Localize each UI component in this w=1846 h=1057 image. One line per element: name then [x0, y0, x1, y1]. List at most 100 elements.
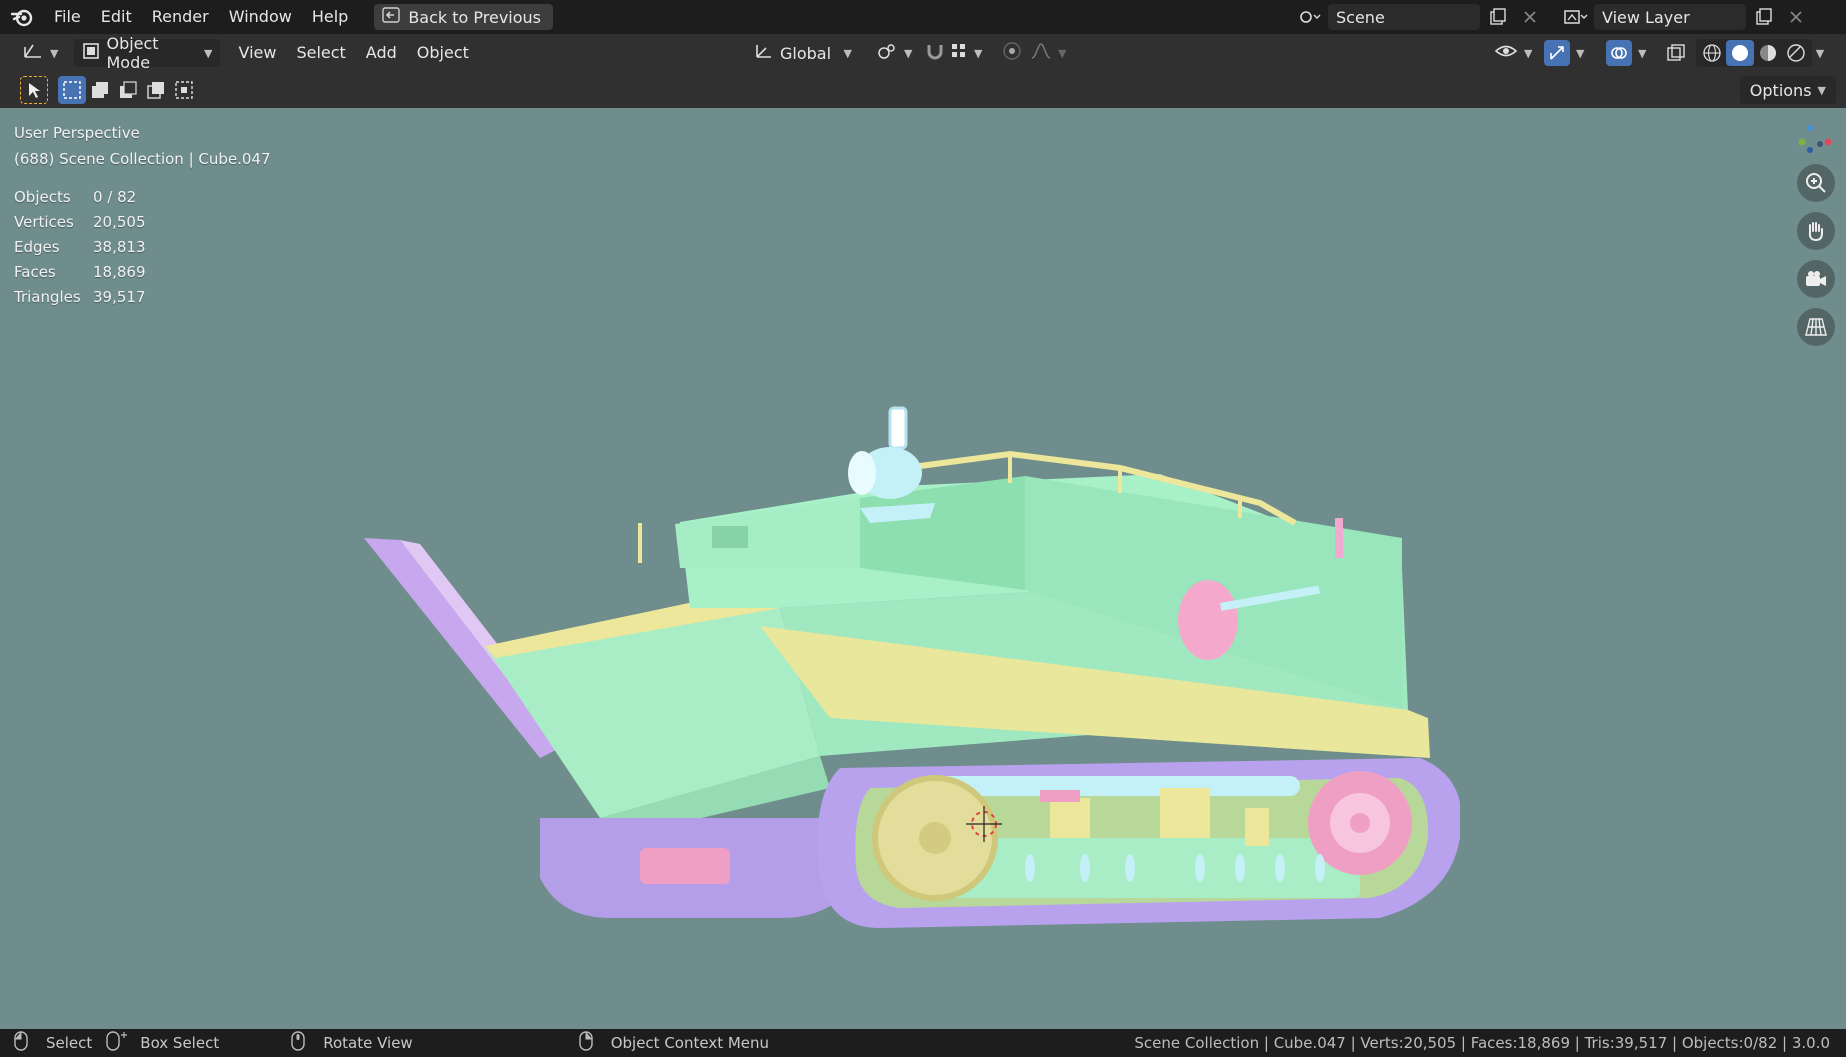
perspective-label: User Perspective — [14, 124, 140, 142]
new-view-layer-icon[interactable] — [1750, 4, 1778, 30]
chevron-down-icon: ▼ — [904, 46, 913, 60]
select-subtract-mode-icon[interactable] — [114, 76, 142, 104]
falloff-dropdown[interactable]: ▼ — [1022, 39, 1074, 67]
mode-label: Object Mode — [106, 34, 159, 72]
options-label: Options — [1749, 80, 1812, 100]
back-to-previous-button[interactable]: Back to Previous — [374, 4, 554, 30]
options-dropdown[interactable]: Options ▼ — [1739, 76, 1836, 104]
new-scene-icon[interactable] — [1484, 4, 1512, 30]
status-box-select-hint: Box Select — [106, 1031, 219, 1055]
object-mode-icon — [82, 42, 100, 64]
menu-select[interactable]: Select — [286, 34, 355, 72]
suspension-panel — [940, 838, 1360, 898]
status-summary: Scene Collection | Cube.047 | Verts:20,5… — [1134, 1034, 1830, 1052]
select-tool-icon[interactable] — [20, 76, 48, 104]
stat-value: 18,869 — [93, 262, 146, 281]
shading-options-chevron-icon[interactable]: ▼ — [1806, 40, 1834, 66]
blender-logo-icon[interactable] — [0, 0, 44, 34]
select-new-mode-icon[interactable] — [58, 76, 86, 104]
snap-target-dropdown[interactable]: ▼ — [942, 39, 990, 67]
stat-row-vertices: Vertices 20,505 — [14, 209, 146, 234]
transform-orientation-dropdown[interactable]: Global ▼ — [746, 39, 860, 67]
back-arrow-icon — [382, 7, 401, 27]
viewport-header: ▼ Object Mode ▼ View Select Add Object G… — [0, 34, 1846, 72]
3d-viewport[interactable]: User Perspective (688) Scene Collection … — [0, 108, 1846, 1029]
status-rotate-hint: Rotate View — [291, 1031, 413, 1055]
periscope — [888, 406, 908, 450]
viewport-info: User Perspective (688) Scene Collection … — [14, 120, 271, 172]
camera-view-icon[interactable] — [1797, 260, 1835, 298]
snap-grid-icon — [950, 42, 968, 64]
chevron-down-icon: ▼ — [843, 46, 852, 60]
chevron-down-icon: ▼ — [50, 46, 59, 60]
stat-value: 0 / 82 — [93, 187, 137, 206]
status-select-label: Select — [46, 1034, 93, 1052]
stat-label: Triangles — [14, 287, 81, 306]
select-intersect-mode-icon[interactable] — [170, 76, 198, 104]
delete-scene-icon[interactable] — [1516, 4, 1544, 30]
zoom-icon[interactable] — [1797, 164, 1835, 202]
stat-row-triangles: Triangles 39,517 — [14, 284, 146, 309]
status-rotate-label: Rotate View — [323, 1034, 413, 1052]
view-layer-field[interactable]: View Layer — [1594, 4, 1746, 30]
menu-window[interactable]: Window — [219, 0, 302, 34]
gun-mount — [1178, 580, 1238, 660]
top-menubar: File Edit Render Window Help Back to Pre… — [0, 0, 1846, 34]
stat-label: Faces — [14, 262, 56, 281]
chevron-down-icon: ▼ — [1576, 46, 1585, 60]
view-layer-name: View Layer — [1602, 7, 1690, 27]
editor-type-dropdown[interactable]: ▼ — [14, 39, 66, 67]
wireframe-shading-icon[interactable] — [1698, 40, 1726, 66]
stat-label: Vertices — [14, 212, 74, 231]
scene-name-field[interactable]: Scene — [1328, 4, 1480, 30]
menu-help[interactable]: Help — [302, 0, 358, 34]
antenna-left — [638, 523, 642, 563]
stat-label: Edges — [14, 237, 60, 256]
stat-row-faces: Faces 18,869 — [14, 259, 146, 284]
view-layer-browse-icon[interactable] — [1562, 4, 1590, 30]
spring — [1050, 798, 1090, 838]
solid-shading-icon[interactable] — [1726, 40, 1754, 66]
menu-object[interactable]: Object — [407, 34, 479, 72]
mouse-left-icon — [14, 1031, 28, 1055]
pan-hand-icon[interactable] — [1797, 212, 1835, 250]
menu-file[interactable]: File — [44, 0, 91, 34]
axis-gizmo-icon[interactable] — [1796, 118, 1836, 154]
mode-dropdown[interactable]: Object Mode ▼ — [74, 34, 221, 72]
material-preview-icon[interactable] — [1754, 40, 1782, 66]
shading-modes — [1696, 39, 1812, 67]
visibility-dropdown[interactable]: ▼ — [1486, 39, 1540, 67]
orientation-icon — [754, 42, 774, 64]
scene-name: Scene — [1336, 7, 1385, 27]
menu-view[interactable]: View — [228, 34, 286, 72]
menu-add[interactable]: Add — [356, 34, 407, 72]
menu-render[interactable]: Render — [142, 0, 219, 34]
gizmo-toggle[interactable]: ▼ — [1536, 39, 1592, 67]
scene-selector-area: Scene View Layer — [1296, 4, 1810, 30]
delete-view-layer-icon[interactable] — [1782, 4, 1810, 30]
antenna-pink — [1335, 518, 1343, 558]
spring — [1245, 808, 1269, 846]
stat-value: 20,505 — [93, 212, 146, 231]
proportional-editing-icon — [1002, 41, 1022, 65]
3d-cursor-icon — [966, 806, 1002, 842]
xray-toggle-icon[interactable] — [1662, 40, 1690, 66]
orientation-label: Global — [780, 43, 832, 63]
select-extend-mode-icon[interactable] — [86, 76, 114, 104]
stat-row-objects: Objects 0 / 82 — [14, 184, 146, 209]
select-invert-mode-icon[interactable] — [142, 76, 170, 104]
pivot-point-dropdown[interactable]: ▼ — [868, 39, 920, 67]
tank-model[interactable] — [360, 278, 1460, 978]
overlays-toggle[interactable]: ▼ — [1598, 39, 1654, 67]
back-to-previous-label: Back to Previous — [408, 7, 542, 27]
gizmo-icon — [1544, 40, 1570, 66]
vision-slot — [712, 526, 748, 548]
status-bar: Select Box Select Rotate View Object Con… — [0, 1029, 1846, 1057]
collection-label: (688) Scene Collection | Cube.047 — [14, 150, 271, 168]
scene-statistics: Objects 0 / 82 Vertices 20,505 Edges 38,813… — [14, 184, 146, 309]
chevron-down-icon: ▼ — [1817, 83, 1826, 97]
menu-edit[interactable]: Edit — [91, 0, 142, 34]
perspective-toggle-icon[interactable] — [1797, 308, 1835, 346]
scene-browse-icon[interactable] — [1296, 4, 1324, 30]
navigation-gizmo — [1796, 118, 1836, 346]
